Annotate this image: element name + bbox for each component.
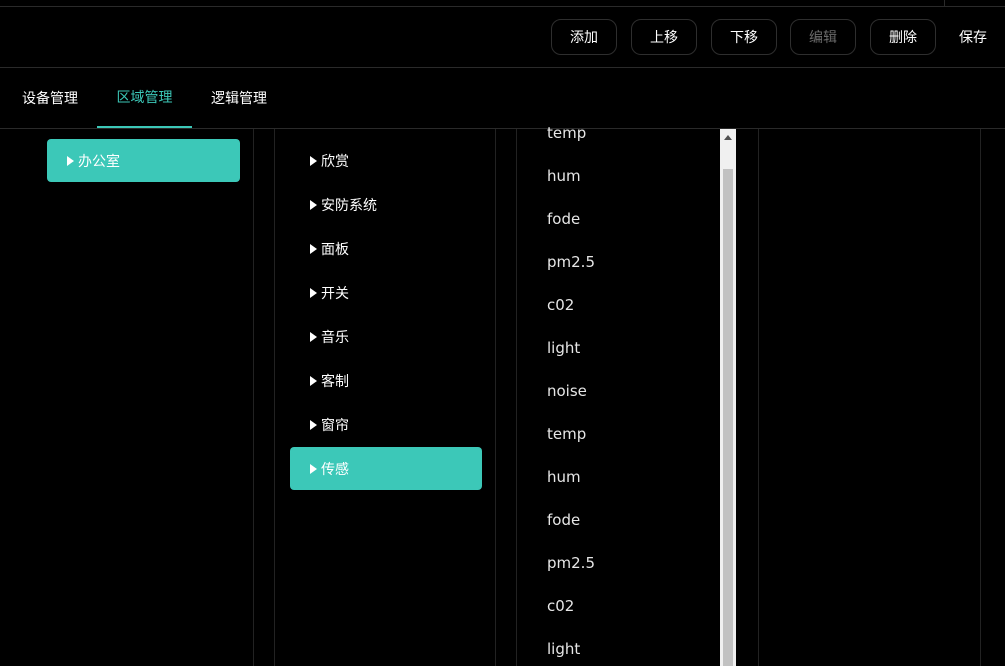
sensor-item[interactable]: hum [547,166,581,186]
tab-device-management[interactable]: 设备管理 [14,68,86,128]
category-item-label: 面板 [321,241,349,258]
caret-right-icon [310,331,317,342]
delete-button[interactable]: 删除 [870,19,936,55]
caret-right-icon [310,375,317,386]
sensor-list-scrollbar[interactable] [720,129,736,666]
caret-right-icon [310,243,317,254]
sensor-item[interactable]: temp [547,424,586,444]
toolbar: 添加 上移 下移 编辑 删除 保存 [0,7,1005,68]
sensor-item[interactable]: noise [547,381,587,401]
column-divider [274,129,275,666]
sensor-item[interactable]: pm2.5 [547,252,595,272]
caret-right-icon [310,155,317,166]
sensor-item[interactable]: fode [547,510,580,530]
move-down-button[interactable]: 下移 [711,19,777,55]
sensor-item[interactable]: c02 [547,596,574,616]
arrow-up-icon [724,134,732,140]
sensor-item[interactable]: c02 [547,295,574,315]
scrollbar-thumb[interactable] [723,169,733,666]
category-item[interactable]: 窗帘 [290,403,482,446]
sensor-item[interactable]: fode [547,209,580,229]
area-item-label: 办公室 [78,153,120,170]
edit-button[interactable]: 编辑 [790,19,856,55]
sensor-item[interactable]: light [547,639,580,659]
sensor-item[interactable]: pm2.5 [547,553,595,573]
column-divider [253,129,254,666]
category-item[interactable]: 安防系统 [290,183,482,226]
add-button[interactable]: 添加 [551,19,617,55]
caret-right-icon [310,199,317,210]
category-item-label: 开关 [321,285,349,302]
category-item[interactable]: 欣赏 [290,139,482,182]
category-item-label: 窗帘 [321,417,349,434]
category-item[interactable]: 音乐 [290,315,482,358]
sensor-item[interactable]: hum [547,467,581,487]
column-divider [758,129,759,666]
column-divider [495,129,496,666]
caret-right-icon [310,287,317,298]
caret-right-icon [310,419,317,430]
category-item[interactable]: 开关 [290,271,482,314]
tab-area-management[interactable]: 区域管理 [97,68,192,128]
category-item-label: 音乐 [321,329,349,346]
category-item[interactable]: 客制 [290,359,482,402]
app-root: 添加 上移 下移 编辑 删除 保存 设备管理 区域管理 逻辑管理 办公室 欣赏 … [0,0,1005,666]
caret-right-icon [310,463,317,474]
tab-bar: 设备管理 区域管理 逻辑管理 [0,68,1005,129]
category-item-label: 安防系统 [321,197,377,214]
top-divider [944,0,945,6]
area-item-office[interactable]: 办公室 [47,139,240,182]
top-strip [0,0,1005,7]
tab-logic-management[interactable]: 逻辑管理 [203,68,275,128]
sensor-item[interactable]: temp [547,123,586,143]
category-item-label: 客制 [321,373,349,390]
scroll-up-button[interactable] [720,129,736,145]
category-item[interactable]: 面板 [290,227,482,270]
column-divider [516,129,517,666]
category-item-sensor[interactable]: 传感 [290,447,482,490]
column-divider [980,129,981,666]
category-item-label: 传感 [321,461,349,478]
caret-right-icon [67,155,74,166]
category-item-label: 欣赏 [321,153,349,170]
save-button[interactable]: 保存 [950,19,996,55]
move-up-button[interactable]: 上移 [631,19,697,55]
sensor-item[interactable]: light [547,338,580,358]
